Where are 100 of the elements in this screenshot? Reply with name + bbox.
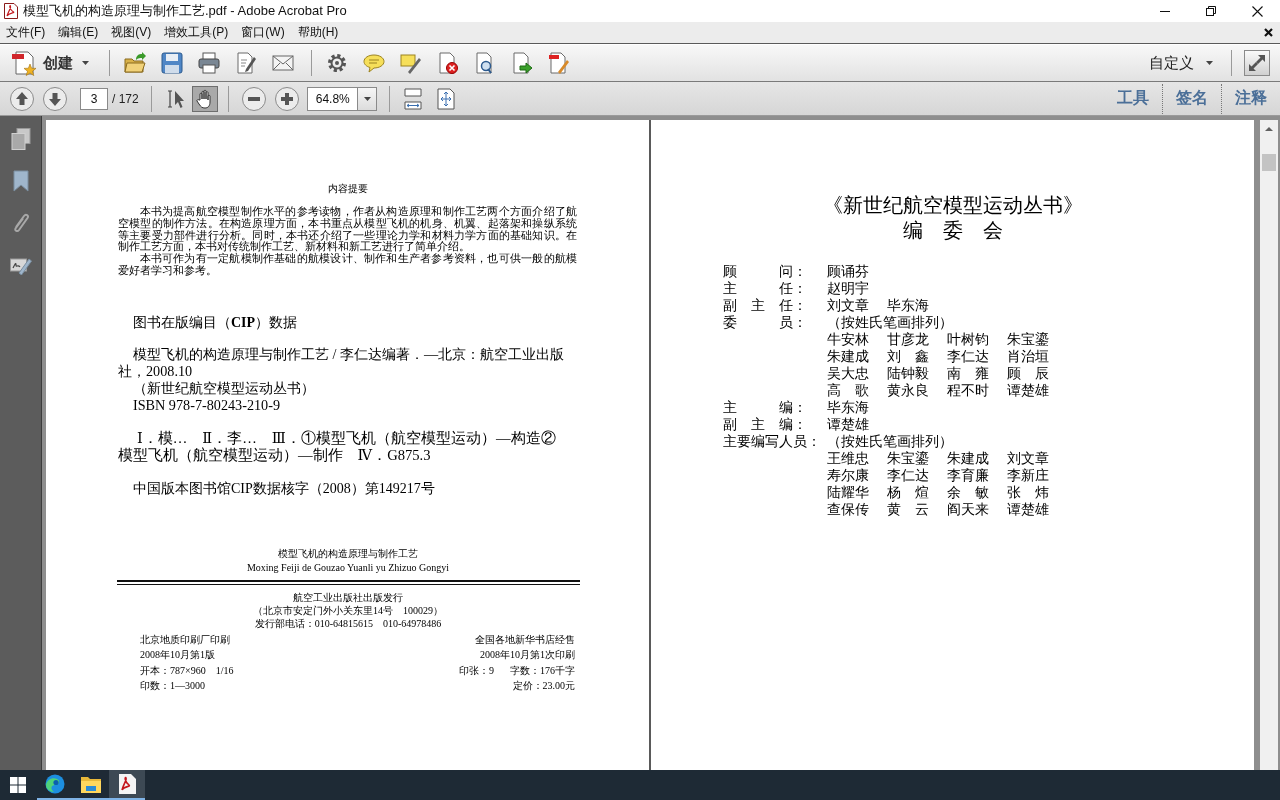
pdf-file-icon	[118, 774, 136, 794]
series-title: 《新世纪航空模型运动丛书》	[822, 193, 1083, 218]
menu-item[interactable]: 增效工具(P)	[158, 22, 235, 43]
next-page-button[interactable]	[42, 85, 68, 112]
zoom-out-button[interactable]	[240, 85, 267, 112]
member-name: 谭楚雄	[1007, 382, 1050, 399]
full-screen-button[interactable]	[1244, 50, 1270, 76]
fit-page-button[interactable]	[434, 85, 457, 112]
sign-button[interactable]	[546, 50, 572, 76]
member-name: 寿尔康	[827, 467, 870, 484]
scrollbar-thumb[interactable]	[1262, 154, 1276, 171]
minus-circle-icon	[241, 86, 266, 111]
page-number-field[interactable]: 3	[80, 87, 108, 110]
printer-icon	[198, 52, 220, 74]
hand-tool-button[interactable]	[191, 85, 218, 112]
taskbar-app-button[interactable]	[109, 770, 145, 800]
customize-button[interactable]: 自定义	[1145, 51, 1217, 75]
close-icon	[1251, 5, 1263, 17]
pdf-file-icon	[4, 3, 18, 19]
member-name: 黄永良	[887, 382, 930, 399]
hand-icon	[195, 88, 214, 109]
member-name: 张 炜	[1007, 484, 1050, 501]
publisher-line: 发行部电话：010-64815615 010-64978486	[254, 616, 442, 630]
colophon-text: 印数：1—3000	[140, 679, 205, 694]
member-name: 李新庄	[1007, 467, 1050, 484]
windows-logo-icon	[9, 777, 26, 793]
caret-icon	[1206, 61, 1213, 65]
cip-record-number: 中国版本图书馆CIP数据核字（2008）第149217号	[133, 479, 436, 497]
member-name: 陆耀华	[827, 484, 870, 501]
publisher-line: 航空工业出版社出版发行	[293, 590, 403, 604]
member-name: 肖治垣	[1007, 348, 1050, 365]
browser-swirl-icon	[45, 774, 65, 794]
cip-heading: 图书在版编目（CIP）数据	[133, 314, 299, 331]
gear-icon	[326, 52, 348, 74]
classification-text: Ⅰ．模… Ⅱ．李… Ⅲ．①模型飞机（航空模型运动）—构造②模型飞机（航空模型运动）—制作 Ⅳ．G875.3	[118, 429, 557, 464]
caret-icon	[82, 61, 89, 65]
restore-icon	[1206, 6, 1216, 16]
member-name: 刘文章	[827, 297, 870, 314]
colophon-text: 开本：787×960 1/16	[140, 663, 234, 678]
member-name: 谭楚雄	[827, 416, 870, 433]
fit-width-icon	[403, 87, 422, 110]
pages-panel-button[interactable]	[8, 127, 33, 151]
previous-page-button[interactable]	[9, 85, 35, 112]
role-label: 副 主 编：	[723, 416, 808, 433]
zoom-dropdown-button[interactable]	[356, 86, 377, 111]
text-box-pen-icon	[400, 52, 422, 74]
create-button[interactable]: 创建	[10, 48, 91, 78]
colophon-text: 印张：9	[459, 663, 494, 678]
colophon-text: 北京地质印刷厂印刷	[140, 632, 230, 647]
menu-item[interactable]: 编辑(E)	[52, 22, 105, 43]
member-name: 刘文章	[1007, 450, 1050, 467]
member-name: 毕东海	[827, 399, 870, 416]
role-label: 主要编写人员：	[723, 433, 822, 450]
member-name: 李仁达	[887, 467, 930, 484]
fit-page-icon	[436, 87, 455, 110]
pane-button[interactable]: 签名	[1162, 83, 1221, 114]
paperclip-icon	[11, 212, 30, 234]
folder-icon	[81, 775, 101, 793]
member-name: 陆钟毅	[887, 365, 930, 382]
member-name: 甘彦龙	[887, 331, 930, 348]
summary-paragraph: 本书可作为有一定航模制作基础的航模设计、制作和生产者参考资料，也可供一般的航模爱好者学习和参考。	[118, 253, 577, 277]
menu-item[interactable]: 视图(V)	[105, 22, 158, 43]
plus-circle-icon	[274, 86, 299, 111]
bookmark-icon	[12, 170, 29, 192]
member-name: 牛安林	[827, 331, 870, 348]
menu-item[interactable]: 文件(F)	[0, 22, 52, 43]
page-count: / 172	[112, 91, 139, 106]
open-button[interactable]	[122, 50, 148, 76]
cursor-icon	[166, 88, 187, 109]
colophon-text: 2008年10月第1次印刷	[480, 648, 575, 663]
up-arrow-circle-icon	[10, 86, 34, 111]
zoom-in-button[interactable]	[273, 85, 300, 112]
role-label: 副 主 任：	[723, 297, 808, 314]
member-name: 叶树钧	[947, 331, 990, 348]
member-name: 朱宝鎏	[1007, 331, 1050, 348]
menu-item[interactable]: 窗口(W)	[235, 22, 291, 43]
speech-bubble-icon	[363, 52, 385, 74]
member-name: 阎天来	[947, 501, 990, 518]
member-name: 查保传	[827, 501, 870, 518]
minimize-icon	[1160, 10, 1170, 12]
pane-button[interactable]: 注释	[1221, 83, 1280, 114]
close-document-button[interactable]	[1262, 26, 1274, 39]
pages-icon	[10, 128, 31, 150]
window-title: 模型飞机的构造原理与制作工艺.pdf - Adobe Acrobat Pro	[23, 2, 348, 20]
fit-width-button[interactable]	[401, 85, 424, 112]
member-name: 刘 鑫	[887, 348, 930, 365]
member-name: 毕东海	[887, 297, 930, 314]
role-label: 主 编：	[723, 399, 808, 416]
menu-item[interactable]: 帮助(H)	[291, 22, 345, 43]
print-button[interactable]	[196, 50, 222, 76]
role-label: 顾 问：	[723, 263, 808, 280]
section-heading: 内容提要	[327, 183, 369, 195]
expand-arrows-icon	[1248, 54, 1266, 72]
cip-entry: （新世纪航空模型运动丛书）	[132, 379, 316, 397]
member-name: 朱建成	[827, 348, 870, 365]
save-button[interactable]	[159, 50, 185, 76]
colophon-text: 字数：176千字	[510, 663, 575, 678]
committee-heading: 编 委 会	[902, 218, 1003, 243]
pane-button[interactable]: 工具	[1104, 83, 1162, 114]
zoom-field[interactable]: 64.8%	[306, 86, 357, 111]
